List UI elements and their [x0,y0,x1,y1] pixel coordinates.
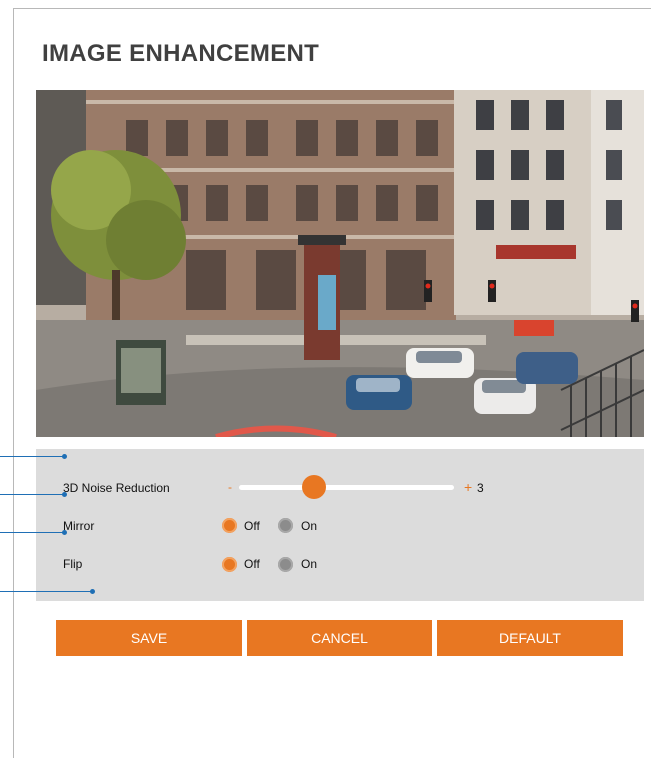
mirror-on-label: On [301,519,318,533]
callout-dot [62,454,67,459]
callout-dot [62,492,67,497]
callout-dot [90,589,95,594]
default-button[interactable]: DEFAULT [437,620,623,656]
camera-preview [36,90,644,437]
callout-line [0,456,64,457]
cancel-button[interactable]: CANCEL [247,620,432,656]
callout-line [0,494,64,495]
flip-off-label: Off [244,557,260,571]
mirror-off-radio[interactable] [222,518,237,533]
flip-on-label: On [301,557,318,571]
slider-thumb[interactable] [302,475,327,499]
mirror-on-radio[interactable] [278,518,293,533]
callout-line [0,532,64,533]
callout-dot [62,530,67,535]
noise-reduction-slider[interactable] [239,475,454,499]
flip-off-radio[interactable] [222,557,237,572]
panel-border [13,8,651,9]
page-title: IMAGE ENHANCEMENT [42,40,320,67]
mirror-label: Mirror [63,519,95,533]
noise-reduction-value: 3 [477,481,484,495]
flip-on-radio[interactable] [278,557,293,572]
mirror-off-label: Off [244,519,260,533]
panel-border-left [13,8,14,758]
callout-line [0,591,92,592]
slider-plus-icon[interactable]: + [464,479,472,495]
slider-minus-icon[interactable]: - [228,481,232,493]
settings-panel: 3D Noise Reduction - + 3 Mirror Off On F… [36,449,644,601]
flip-label: Flip [63,557,83,571]
noise-reduction-label: 3D Noise Reduction [63,481,170,495]
save-button[interactable]: SAVE [56,620,242,656]
